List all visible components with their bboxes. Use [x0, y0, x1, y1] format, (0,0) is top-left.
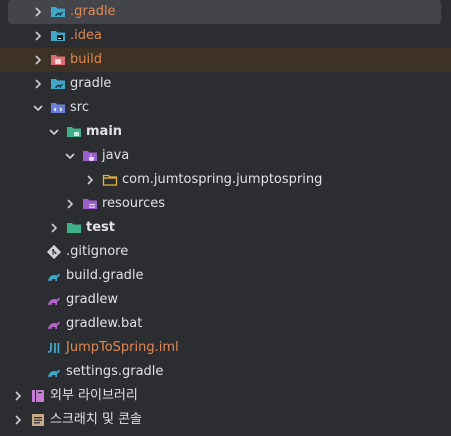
- chevron-right-icon[interactable]: [10, 388, 26, 404]
- tree-item-gradle[interactable]: gradle: [0, 72, 451, 96]
- tree-item-dot-gradle[interactable]: .gradle: [8, 0, 441, 24]
- tree-item-package[interactable]: com.jumtospring.jumptospring: [0, 168, 451, 192]
- tree-item-label: gradlew: [66, 292, 119, 307]
- folder-excluded-icon: [50, 52, 66, 68]
- folder-resources-icon: [82, 196, 98, 212]
- chevron-down-icon[interactable]: [30, 100, 46, 116]
- tree-item-label: .idea: [70, 28, 102, 43]
- chevron-right-icon[interactable]: [30, 4, 46, 20]
- tree-item-label: settings.gradle: [66, 364, 164, 379]
- chevron-right-icon[interactable]: [30, 76, 46, 92]
- tree-item-build[interactable]: build: [0, 48, 451, 72]
- gradlew-file-icon: [46, 292, 62, 308]
- tree-item-gradlew-bat[interactable]: gradlew.bat: [0, 312, 451, 336]
- chevron-right-icon[interactable]: [30, 52, 46, 68]
- folder-module-icon: [66, 124, 82, 140]
- tree-item-java[interactable]: java: [0, 144, 451, 168]
- chevron-right-icon[interactable]: [30, 28, 46, 44]
- tree-item-idea[interactable]: .idea: [0, 24, 451, 48]
- chevron-down-icon[interactable]: [62, 148, 78, 164]
- tree-item-label: 외부 라이브러리: [50, 388, 138, 403]
- tree-item-test[interactable]: test: [0, 216, 451, 240]
- folder-source-icon: [50, 100, 66, 116]
- chevron-right-icon[interactable]: [10, 412, 26, 428]
- project-tree: .gradle .idea build gradle src main java: [0, 0, 451, 436]
- tree-item-label: test: [86, 220, 115, 235]
- tree-item-label: build: [70, 52, 102, 67]
- package-folder-icon: [102, 172, 118, 188]
- tree-item-iml[interactable]: JumpToSpring.iml: [0, 336, 451, 360]
- gradle-file-icon: [46, 268, 62, 284]
- tree-item-label: java: [102, 148, 130, 163]
- tree-item-label: .gradle: [70, 4, 116, 19]
- tree-item-external-libraries[interactable]: 외부 라이브러리: [0, 384, 451, 408]
- tree-item-label: 스크래치 및 콘솔: [50, 412, 142, 427]
- scratches-icon: [30, 412, 46, 428]
- tree-item-resources[interactable]: resources: [0, 192, 451, 216]
- tree-item-gitignore[interactable]: .gitignore: [0, 240, 451, 264]
- tree-item-label: JumpToSpring.iml: [66, 340, 179, 355]
- iml-file-icon: [46, 340, 62, 356]
- folder-test-icon: [66, 220, 82, 236]
- tree-item-label: com.jumtospring.jumptospring: [122, 172, 323, 187]
- tree-item-src[interactable]: src: [0, 96, 451, 120]
- folder-idea-icon: [50, 28, 66, 44]
- tree-item-label: build.gradle: [66, 268, 144, 283]
- folder-java-icon: [82, 148, 98, 164]
- gitignore-icon: [46, 244, 62, 260]
- gradle-file-icon: [46, 364, 62, 380]
- tree-item-label: gradle: [70, 76, 112, 91]
- tree-item-build-gradle[interactable]: build.gradle: [0, 264, 451, 288]
- tree-item-label: gradlew.bat: [66, 316, 143, 331]
- folder-gradle-icon: [50, 76, 66, 92]
- tree-item-settings-gradle[interactable]: settings.gradle: [0, 360, 451, 384]
- chevron-right-icon[interactable]: [62, 196, 78, 212]
- tree-item-label: resources: [102, 196, 166, 211]
- tree-item-scratches[interactable]: 스크래치 및 콘솔: [0, 408, 451, 432]
- tree-item-label: src: [70, 100, 89, 115]
- tree-item-gradlew[interactable]: gradlew: [0, 288, 451, 312]
- tree-item-label: .gitignore: [66, 244, 129, 259]
- chevron-right-icon[interactable]: [46, 220, 62, 236]
- gradlew-file-icon: [46, 316, 62, 332]
- tree-item-label: main: [86, 124, 123, 139]
- external-libraries-icon: [30, 388, 46, 404]
- tree-item-main[interactable]: main: [0, 120, 451, 144]
- chevron-down-icon[interactable]: [46, 124, 62, 140]
- folder-gradle-icon: [50, 4, 66, 20]
- chevron-right-icon[interactable]: [82, 172, 98, 188]
